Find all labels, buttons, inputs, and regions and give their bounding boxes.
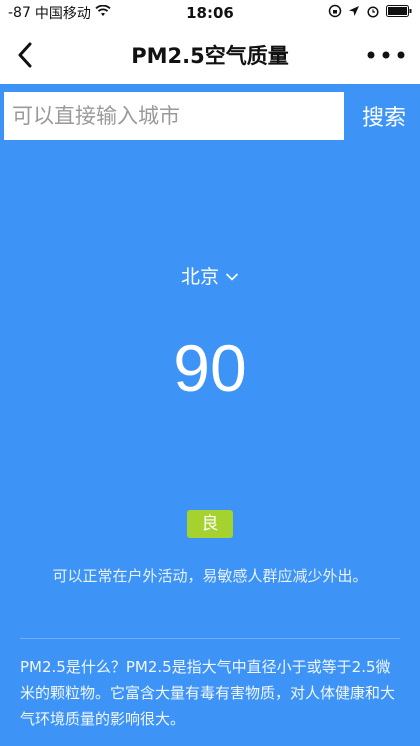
- alarm-icon: [366, 4, 380, 22]
- search-bar: 搜索: [0, 84, 420, 152]
- city-selector[interactable]: 北京: [0, 262, 420, 289]
- signal-strength: -87: [8, 5, 31, 21]
- health-advice: 可以正常在户外活动，易敏感人群应减少外出。: [52, 567, 368, 585]
- page-title: PM2.5空气质量: [131, 44, 289, 68]
- search-button[interactable]: 搜索: [348, 92, 420, 140]
- city-search-input[interactable]: [4, 92, 344, 140]
- rotation-lock-icon: [328, 4, 342, 22]
- carrier-name: 中国移动: [34, 6, 91, 22]
- chevron-down-icon: [225, 265, 239, 287]
- more-icon: [367, 51, 405, 59]
- chevron-left-icon: [18, 42, 32, 68]
- location-icon: [348, 5, 360, 21]
- status-left: -87 中国移动: [8, 3, 328, 23]
- nav-bar: PM2.5空气质量: [0, 26, 420, 84]
- more-button[interactable]: [364, 42, 408, 68]
- wifi-icon: [95, 4, 111, 21]
- divider: [20, 638, 400, 639]
- pm25-introduction: PM2.5是什么？PM2.5是指大气中直径小于或等于2.5微米的颗粒物。它富含大…: [20, 658, 396, 728]
- status-right: [328, 4, 412, 22]
- aqi-value: 90: [173, 331, 247, 405]
- air-quality-level-badge: 良: [187, 510, 233, 538]
- back-button[interactable]: [10, 39, 40, 71]
- city-name: 北京: [180, 266, 219, 288]
- battery-icon: [386, 5, 412, 21]
- status-bar: -87 中国移动 18:06: [0, 0, 420, 26]
